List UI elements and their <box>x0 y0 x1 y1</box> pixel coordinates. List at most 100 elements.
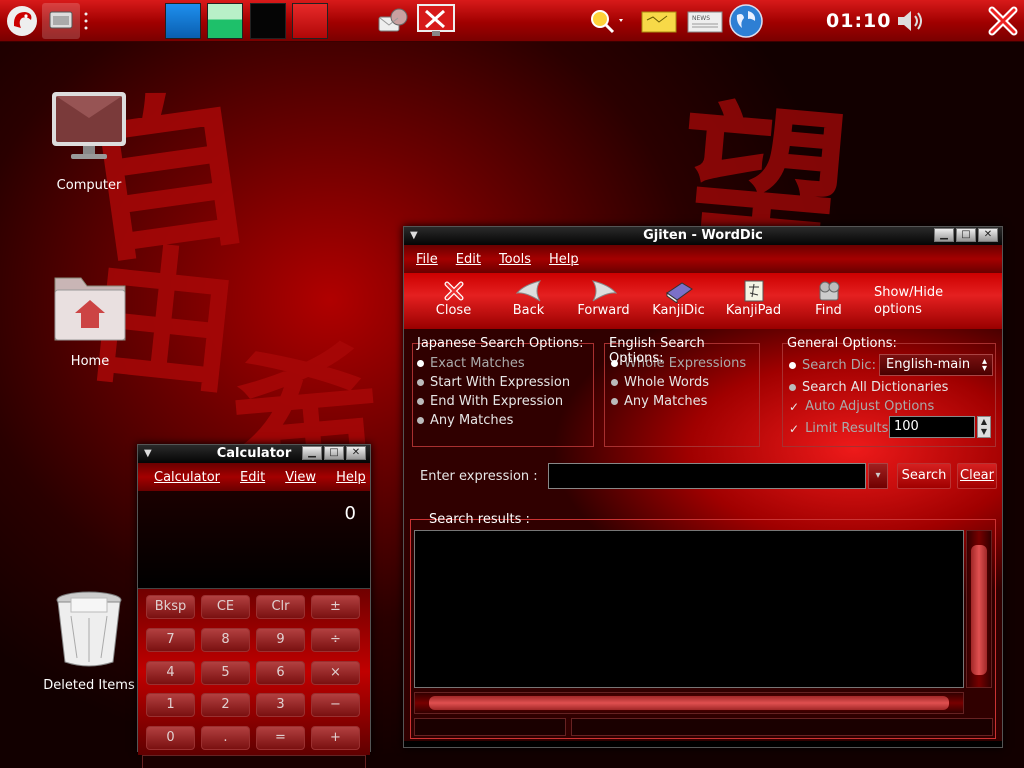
toolbar-back-button[interactable]: Back <box>491 273 566 318</box>
computer-icon <box>34 88 144 172</box>
clear-button[interactable]: Clear <box>957 463 997 489</box>
key-clear-entry[interactable]: CE <box>201 595 250 619</box>
limit-results-spinner[interactable]: ▲ ▼ <box>977 416 991 438</box>
minimize-button[interactable]: ▁ <box>934 228 954 242</box>
key-5[interactable]: 5 <box>201 660 250 685</box>
radio-whole-words[interactable]: Whole Words <box>611 373 759 392</box>
calculator-status-bar <box>142 755 366 768</box>
gecko-menu-icon[interactable] <box>4 3 40 39</box>
window-menu-icon[interactable]: ▼ <box>144 445 152 463</box>
horizontal-scrollbar-thumb[interactable] <box>429 696 949 710</box>
key-9[interactable]: 9 <box>256 627 305 652</box>
toolbar-close-button[interactable]: Close <box>416 273 491 318</box>
key-3[interactable]: 3 <box>256 693 305 718</box>
enter-expression-label: Enter expression : <box>420 469 538 484</box>
svg-text:NEWS: NEWS <box>692 15 710 22</box>
toolbar-find-button[interactable]: Find <box>791 273 866 318</box>
menu-tools[interactable]: Tools <box>499 252 531 267</box>
news-icon[interactable]: NEWS <box>684 3 726 39</box>
key-0[interactable]: 0 <box>146 726 195 751</box>
search-dic-select[interactable]: English-main ▴ ▾ <box>879 354 993 376</box>
radio-exact-matches[interactable]: Exact Matches <box>417 354 593 373</box>
status-bar-left <box>414 718 566 736</box>
radio-end-with-expression[interactable]: End With Expression <box>417 392 593 411</box>
horizontal-scrollbar[interactable] <box>414 692 964 714</box>
pager-workspace-4[interactable] <box>292 3 328 39</box>
pager-workspace-1[interactable] <box>165 3 201 39</box>
toolbar-kanjidic-button[interactable]: KanjiDic <box>641 273 716 318</box>
radio-any-matches-jp[interactable]: Any Matches <box>417 411 593 430</box>
desktop-icon-label: Deleted Items <box>43 678 135 693</box>
gjiten-window: ▼ Gjiten - WordDic ▁ □ ✕ File Edit Tools… <box>403 226 1003 748</box>
toolbar-kanjipad-button[interactable]: KanjiPad <box>716 273 791 318</box>
desktop-icon-label: Computer <box>56 178 122 193</box>
notes-icon[interactable] <box>638 3 680 39</box>
key-2[interactable]: 2 <box>201 693 250 718</box>
key-equals[interactable]: = <box>256 726 305 751</box>
show-desktop-icon[interactable] <box>42 3 80 39</box>
menu-file[interactable]: File <box>416 252 438 267</box>
search-icon[interactable] <box>584 3 628 39</box>
vertical-scrollbar[interactable] <box>966 530 992 688</box>
gjiten-titlebar[interactable]: ▼ Gjiten - WordDic ▁ □ ✕ <box>404 227 1002 245</box>
menu-help[interactable]: Help <box>549 252 579 267</box>
menu-help[interactable]: Help <box>336 470 366 485</box>
close-window-button[interactable]: ✕ <box>978 228 998 242</box>
key-6[interactable]: 6 <box>256 660 305 685</box>
key-7[interactable]: 7 <box>146 627 195 652</box>
key-multiply[interactable]: × <box>311 660 360 685</box>
search-button[interactable]: Search <box>897 463 951 489</box>
toolbar-forward-button[interactable]: Forward <box>566 273 641 318</box>
japanese-options-group: Japanese Search Options: Exact Matches S… <box>412 336 594 447</box>
key-8[interactable]: 8 <box>201 627 250 652</box>
calculator-titlebar[interactable]: ▼ Calculator ▁ □ ✕ <box>138 445 370 463</box>
desktop-icon-computer[interactable]: Computer <box>34 88 144 193</box>
toolbar-show-hide-options-button[interactable]: Show/Hide options <box>866 273 946 318</box>
radio-search-dic[interactable]: Search Dic: <box>789 356 876 375</box>
key-clear[interactable]: Clr <box>256 595 305 619</box>
english-options-group: English Search Options: Whole Expression… <box>604 336 760 447</box>
maximize-button[interactable]: □ <box>956 228 976 242</box>
calculator-menubar: Calculator Edit View Help <box>138 463 370 491</box>
pager-workspace-2[interactable] <box>207 3 243 39</box>
menu-calculator[interactable]: Calculator <box>154 470 220 485</box>
key-4[interactable]: 4 <box>146 660 195 685</box>
radio-any-matches-en[interactable]: Any Matches <box>611 392 759 411</box>
close-window-button[interactable]: ✕ <box>346 446 366 460</box>
limit-results-input[interactable]: 100 <box>889 416 975 438</box>
desktop-icon-deleted-items[interactable]: Deleted Items <box>34 588 144 693</box>
key-add[interactable]: + <box>311 726 360 751</box>
panel-clock[interactable]: 01:10 <box>826 10 891 32</box>
logout-close-icon[interactable] <box>984 3 1022 39</box>
vertical-scrollbar-thumb[interactable] <box>971 545 987 675</box>
radio-search-all-dictionaries[interactable]: Search All Dictionaries <box>789 378 948 397</box>
menu-edit[interactable]: Edit <box>456 252 481 267</box>
expression-history-dropdown[interactable]: ▾ <box>868 463 888 489</box>
checkbox-limit-results[interactable]: ✓ Limit Results: <box>789 419 893 438</box>
search-results-area[interactable] <box>414 530 964 688</box>
system-tools-icon[interactable] <box>414 3 458 39</box>
browser-globe-icon[interactable] <box>726 3 766 39</box>
key-decimal[interactable]: . <box>201 726 250 751</box>
mail-icon[interactable] <box>374 3 412 39</box>
radio-start-with-expression[interactable]: Start With Expression <box>417 373 593 392</box>
group-title: Search results : <box>429 512 530 527</box>
key-divide[interactable]: ÷ <box>311 627 360 652</box>
menu-edit[interactable]: Edit <box>240 470 265 485</box>
group-title: Japanese Search Options: <box>417 336 584 351</box>
check-icon: ✓ <box>789 399 800 414</box>
pad-icon <box>716 279 791 303</box>
maximize-button[interactable]: □ <box>324 446 344 460</box>
pager-workspace-3[interactable] <box>250 3 286 39</box>
expression-input[interactable] <box>548 463 866 489</box>
volume-icon[interactable] <box>892 3 928 39</box>
key-backspace[interactable]: Bksp <box>146 595 195 619</box>
key-plus-minus[interactable]: ± <box>311 595 360 619</box>
checkbox-auto-adjust-options[interactable]: ✓ Auto Adjust Options <box>789 397 934 416</box>
key-subtract[interactable]: − <box>311 693 360 718</box>
key-1[interactable]: 1 <box>146 693 195 718</box>
menu-view[interactable]: View <box>285 470 316 485</box>
window-menu-icon[interactable]: ▼ <box>410 227 418 245</box>
desktop-icon-home[interactable]: Home <box>35 268 145 369</box>
minimize-button[interactable]: ▁ <box>302 446 322 460</box>
